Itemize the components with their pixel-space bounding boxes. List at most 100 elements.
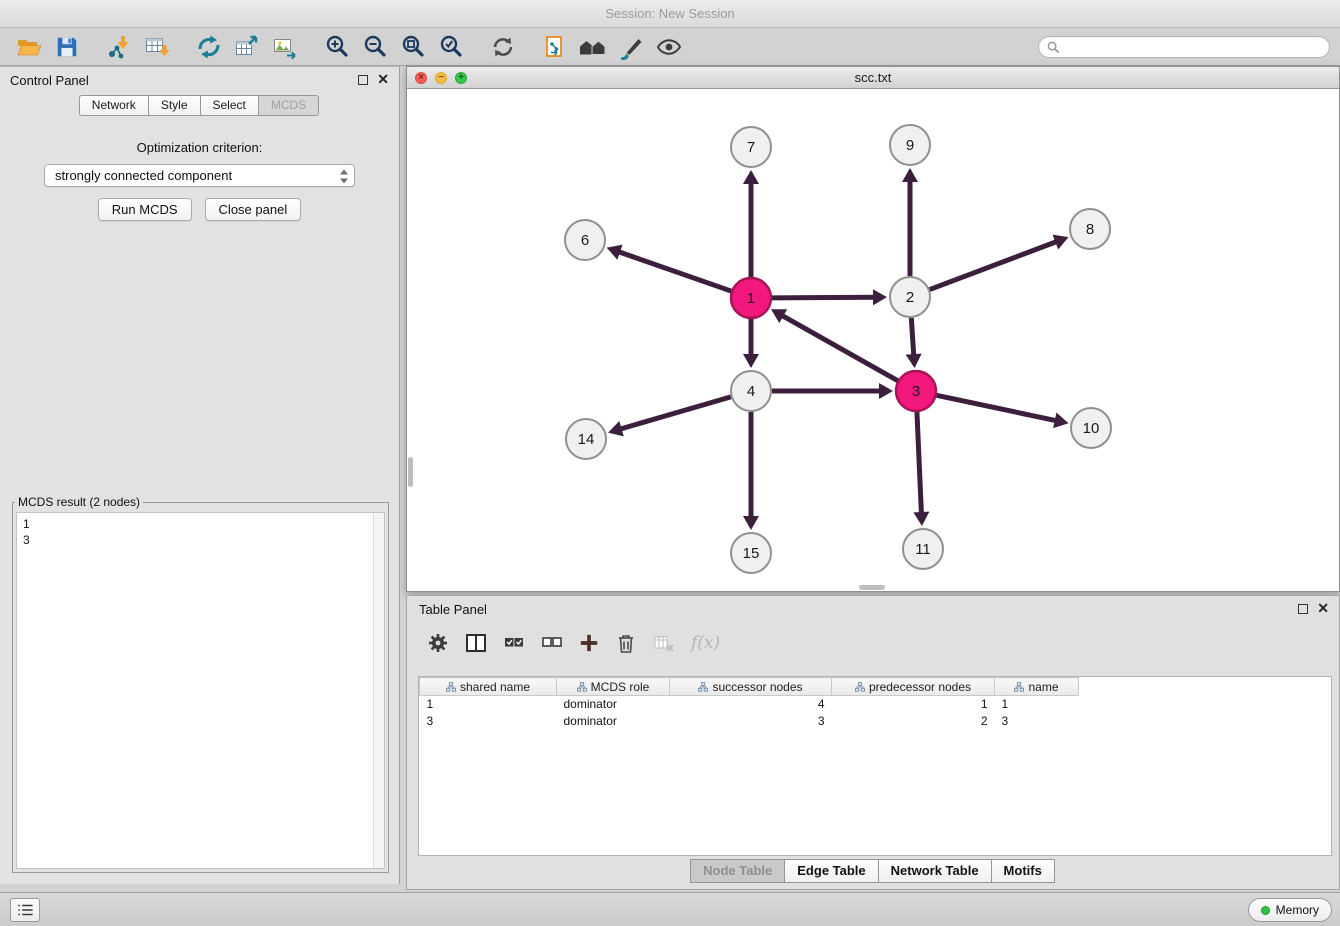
- node-label: 1: [747, 290, 755, 307]
- column-header-shared-name[interactable]: shared name: [420, 678, 557, 696]
- table-cell[interactable]: 3: [995, 713, 1079, 730]
- tab-mcds[interactable]: MCDS: [258, 95, 319, 116]
- vertical-scrollbar-handle[interactable]: [408, 457, 413, 487]
- graph-node-8[interactable]: 8: [1070, 209, 1110, 249]
- tab-network-table[interactable]: Network Table: [878, 859, 992, 883]
- network-window-titlebar[interactable]: × − + scc.txt: [407, 67, 1339, 89]
- graph-node-4[interactable]: 4: [731, 371, 771, 411]
- edge-3-1[interactable]: [781, 315, 897, 381]
- horizontal-scrollbar-handle[interactable]: [859, 585, 885, 590]
- import-network-button[interactable]: [100, 31, 138, 63]
- criterion-dropdown[interactable]: strongly connected component: [44, 164, 355, 187]
- table-cell[interactable]: 3: [420, 713, 557, 730]
- edge-1-2[interactable]: [772, 297, 875, 298]
- window-titlebar: Session: New Session: [0, 0, 1340, 28]
- delete-table-button: [653, 632, 675, 654]
- window-title: Session: New Session: [0, 0, 1340, 28]
- tab-edge-table[interactable]: Edge Table: [784, 859, 878, 883]
- show-columns-button[interactable]: [465, 632, 487, 654]
- mcds-result-title: MCDS result (2 nodes): [15, 495, 143, 509]
- table-row[interactable]: 1dominator411: [420, 696, 1079, 713]
- add-column-button[interactable]: [579, 633, 599, 653]
- table-cell[interactable]: dominator: [557, 696, 670, 713]
- select-all-button[interactable]: [503, 632, 525, 654]
- minimize-window-button[interactable]: −: [435, 72, 447, 84]
- column-attribute-icon: [1014, 682, 1024, 692]
- optimization-criterion-label: Optimization criterion:: [0, 140, 399, 155]
- run-mcds-button[interactable]: Run MCDS: [98, 198, 192, 221]
- float-table-panel-icon[interactable]: [1298, 604, 1308, 614]
- delete-column-button[interactable]: [615, 632, 637, 654]
- search-input[interactable]: [1065, 40, 1321, 54]
- export-image-button[interactable]: [266, 31, 304, 63]
- first-neighbors-button[interactable]: [574, 31, 612, 63]
- graph-node-11[interactable]: 11: [903, 529, 943, 569]
- graph-node-7[interactable]: 7: [731, 127, 771, 167]
- close-panel-button[interactable]: Close panel: [205, 198, 302, 221]
- table-row[interactable]: 3dominator323: [420, 713, 1079, 730]
- double-home-icon: [579, 34, 607, 60]
- table-cell[interactable]: dominator: [557, 713, 670, 730]
- close-panel-icon[interactable]: ✕: [377, 74, 389, 85]
- edge-4-14[interactable]: [620, 397, 731, 429]
- panel-menu-button[interactable]: [10, 898, 40, 922]
- result-scrollbar-track[interactable]: [373, 513, 384, 868]
- dropdown-stepper-icon: [338, 168, 350, 188]
- close-window-button[interactable]: ×: [415, 72, 427, 84]
- tab-node-table[interactable]: Node Table: [690, 859, 785, 883]
- refresh-view-button[interactable]: [484, 31, 522, 63]
- graph-node-15[interactable]: 15: [731, 533, 771, 573]
- table-cell[interactable]: 2: [832, 713, 995, 730]
- maximize-window-button[interactable]: +: [455, 72, 467, 84]
- graph-node-14[interactable]: 14: [566, 419, 606, 459]
- table-cell[interactable]: 1: [832, 696, 995, 713]
- edge-2-8[interactable]: [930, 241, 1058, 289]
- column-header-mcds-role[interactable]: MCDS role: [557, 678, 670, 696]
- tab-motifs[interactable]: Motifs: [991, 859, 1055, 883]
- mcds-result-list[interactable]: 13: [16, 512, 385, 869]
- save-session-button[interactable]: [48, 31, 86, 63]
- tab-network[interactable]: Network: [79, 95, 149, 116]
- network-canvas[interactable]: 7 9 6 8 1 2 4 3 14 10 15 11: [407, 89, 1339, 591]
- graph-node-3[interactable]: 3: [896, 371, 936, 411]
- zoom-selected-button[interactable]: [432, 31, 470, 63]
- columns-icon: [465, 632, 487, 654]
- import-table-button[interactable]: [138, 31, 176, 63]
- deselect-all-button[interactable]: [541, 632, 563, 654]
- open-session-button[interactable]: [10, 31, 48, 63]
- edge-1-6[interactable]: [618, 252, 731, 292]
- zoom-fit-button[interactable]: [394, 31, 432, 63]
- close-table-panel-icon[interactable]: ✕: [1317, 603, 1329, 614]
- edge-2-3[interactable]: [911, 318, 913, 356]
- node-label: 7: [747, 139, 755, 156]
- memory-button[interactable]: Memory: [1248, 898, 1332, 922]
- graph-node-10[interactable]: 10: [1071, 408, 1111, 448]
- toolbar-search-field[interactable]: [1038, 36, 1330, 58]
- graph-node-2[interactable]: 2: [890, 277, 930, 317]
- table-settings-button[interactable]: [427, 632, 449, 654]
- graph-node-1[interactable]: 1: [731, 278, 771, 318]
- zoom-in-button[interactable]: [318, 31, 356, 63]
- new-network-button[interactable]: [190, 31, 228, 63]
- new-table-button[interactable]: [228, 31, 266, 63]
- table-cell[interactable]: 1: [995, 696, 1079, 713]
- apply-style-button[interactable]: [612, 31, 650, 63]
- edge-3-10[interactable]: [937, 395, 1057, 420]
- tab-select[interactable]: Select: [200, 95, 259, 116]
- zoom-out-button[interactable]: [356, 31, 394, 63]
- tab-style[interactable]: Style: [148, 95, 201, 116]
- clone-network-button[interactable]: [536, 31, 574, 63]
- graph-node-9[interactable]: 9: [890, 125, 930, 165]
- column-header-successor-nodes[interactable]: successor nodes: [670, 678, 832, 696]
- table-cell[interactable]: 1: [420, 696, 557, 713]
- control-panel-tabs: NetworkStyleSelectMCDS: [0, 95, 399, 116]
- column-header-predecessor-nodes[interactable]: predecessor nodes: [832, 678, 995, 696]
- float-panel-icon[interactable]: [358, 75, 368, 85]
- show-graphics-button[interactable]: [650, 31, 688, 63]
- table-cell[interactable]: 4: [670, 696, 832, 713]
- edge-3-11[interactable]: [917, 412, 922, 514]
- graph-node-6[interactable]: 6: [565, 220, 605, 260]
- table-cell[interactable]: 3: [670, 713, 832, 730]
- column-header-name[interactable]: name: [995, 678, 1079, 696]
- image-export-icon: [272, 34, 298, 60]
